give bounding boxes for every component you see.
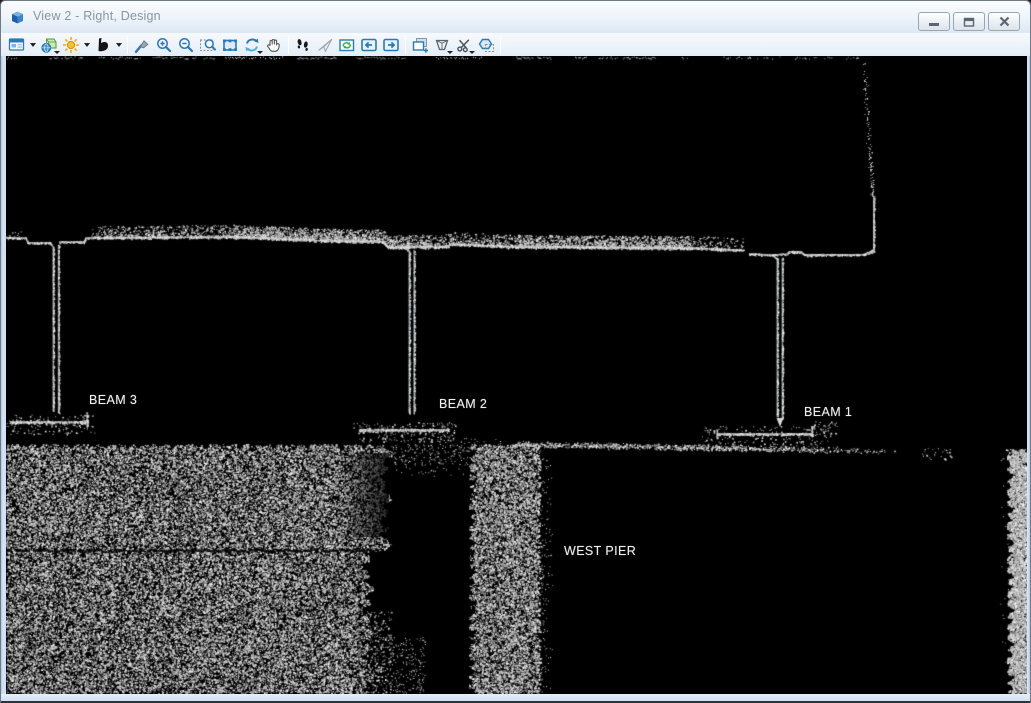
view-attributes-dropdown[interactable] [28, 34, 38, 55]
clip-boundary-icon [477, 36, 495, 54]
view-window: View 2 - Right, Design [0, 0, 1031, 703]
restore-icon [962, 16, 976, 28]
clip-boundary-button[interactable] [475, 34, 497, 55]
toolbar-separator [127, 36, 128, 54]
display-style-button[interactable] [38, 34, 60, 55]
chevron-down-icon [30, 43, 36, 47]
view-next-button[interactable] [380, 34, 402, 55]
render-dropdown[interactable] [114, 34, 124, 55]
paintbrush-icon [133, 36, 151, 54]
update-view-button[interactable] [131, 34, 153, 55]
view-drawing-area: BEAM 3 BEAM 2 BEAM 1 WEST PIER [6, 56, 1027, 694]
pan-hand-icon [265, 36, 283, 54]
copy-view-icon [411, 36, 429, 54]
minimize-icon [927, 16, 941, 27]
window-controls [918, 12, 1020, 31]
window-area-icon [199, 36, 217, 54]
restore-button[interactable] [953, 12, 985, 31]
view-attributes-icon [8, 36, 26, 54]
adjust-brightness-dropdown[interactable] [82, 34, 92, 55]
chevron-down-icon [116, 43, 122, 47]
walk-footprints-icon [294, 36, 312, 54]
close-button[interactable] [988, 12, 1020, 31]
window-area-button[interactable] [197, 34, 219, 55]
fly-button[interactable] [314, 34, 336, 55]
brightness-sun-icon [62, 36, 80, 54]
view-attributes-button[interactable] [6, 34, 28, 55]
title-bar[interactable]: View 2 - Right, Design [1, 1, 1030, 33]
clip-mask-button[interactable] [453, 34, 475, 55]
adjust-brightness-button[interactable] [60, 34, 82, 55]
view-previous-button[interactable] [358, 34, 380, 55]
render-b-icon [94, 36, 112, 54]
chevron-down-icon [84, 43, 90, 47]
window-title: View 2 - Right, Design [33, 9, 161, 23]
view-toolbar [1, 33, 1030, 56]
walk-button[interactable] [292, 34, 314, 55]
fly-paper-plane-icon [316, 36, 334, 54]
toolbar-separator [405, 36, 406, 54]
copy-view-button[interactable] [409, 34, 431, 55]
fit-view-button[interactable] [219, 34, 241, 55]
view-window-cube-icon [9, 9, 26, 26]
pan-view-button[interactable] [263, 34, 285, 55]
render-button[interactable] [92, 34, 114, 55]
toolbar-separator [500, 36, 501, 54]
view-next-icon [382, 36, 400, 54]
rotate-view-button[interactable] [241, 34, 263, 55]
view-frame-bottom [1, 694, 1030, 701]
clip-volume-button[interactable] [431, 34, 453, 55]
point-cloud-canvas[interactable] [6, 56, 1027, 694]
close-icon [998, 16, 1011, 27]
zoom-out-button[interactable] [175, 34, 197, 55]
zoom-in-button[interactable] [153, 34, 175, 55]
minimize-button[interactable] [918, 12, 950, 31]
navigate-view-button[interactable] [336, 34, 358, 55]
zoom-in-icon [155, 36, 173, 54]
zoom-out-icon [177, 36, 195, 54]
navigate-view-icon [338, 36, 356, 54]
toolbar-separator [288, 36, 289, 54]
fit-view-icon [221, 36, 239, 54]
view-previous-icon [360, 36, 378, 54]
